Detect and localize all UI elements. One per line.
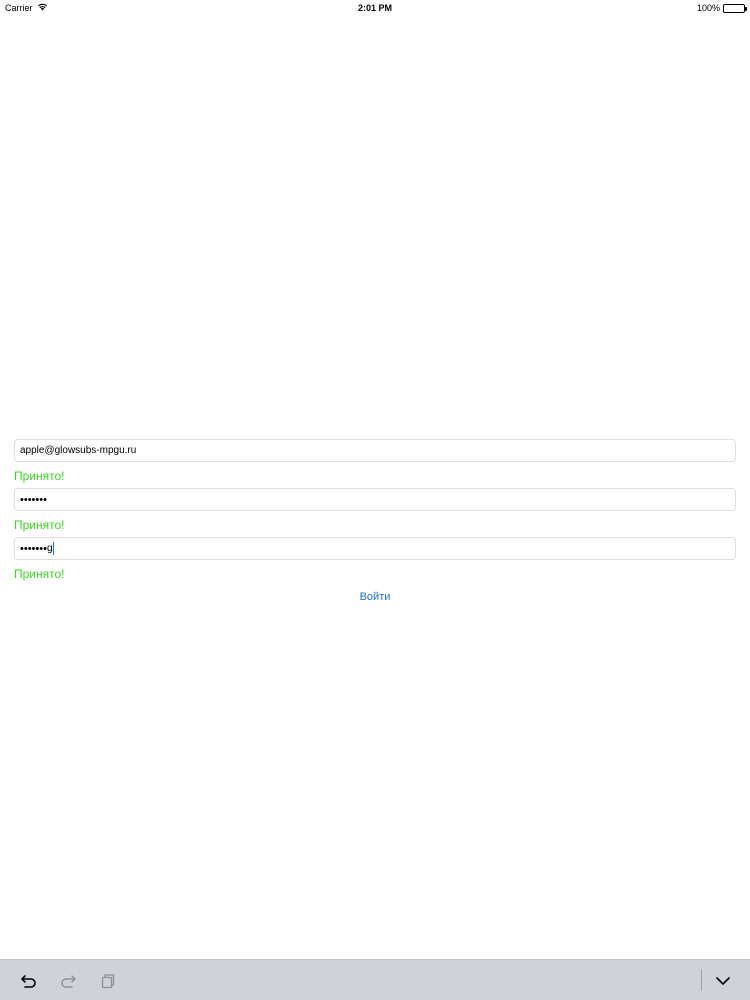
status-right: 100% [696, 3, 747, 13]
confirm-password-content: ••••••• g [20, 542, 54, 555]
redo-icon[interactable] [59, 972, 77, 990]
login-button[interactable]: Войти [14, 591, 736, 603]
confirm-password-field[interactable]: ••••••• g [14, 537, 736, 560]
battery-icon [723, 3, 747, 13]
status-bar: Carrier 2:01 PM 100% [0, 0, 750, 16]
confirm-password-status: Принято! [14, 567, 65, 581]
password-status: Принято! [14, 518, 65, 532]
keyboard-shortcut-bar [0, 959, 750, 1000]
login-form: apple@glowsubs-mpgu.ru Принято! ••••••• … [14, 439, 736, 603]
email-status: Принято! [14, 469, 65, 483]
paste-icon[interactable] [99, 972, 117, 990]
email-field[interactable]: apple@glowsubs-mpgu.ru [14, 439, 736, 462]
password-value: ••••••• [20, 493, 47, 506]
text-caret [52, 542, 54, 555]
clock: 2:01 PM [357, 3, 392, 13]
app-screen: Carrier 2:01 PM 100% apple@glowsubs-mpgu… [0, 0, 750, 1000]
battery-percent: 100% [696, 3, 720, 13]
toolbar-divider [701, 969, 702, 991]
email-value: apple@glowsubs-mpgu.ru [20, 445, 137, 456]
password-field[interactable]: ••••••• [14, 488, 736, 511]
chevron-down-icon[interactable] [714, 972, 732, 990]
confirm-password-value: ••••••• [20, 542, 47, 555]
undo-icon[interactable] [20, 972, 38, 990]
